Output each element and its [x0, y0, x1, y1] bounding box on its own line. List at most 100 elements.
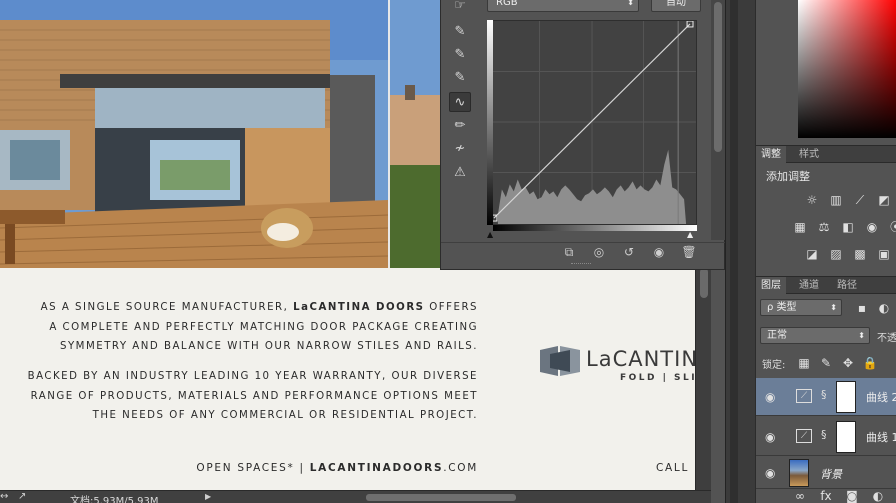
eye-icon[interactable]: ◉	[765, 390, 775, 404]
layer-kind-filter[interactable]: ρ 类型 ⬍	[760, 299, 842, 316]
white-eyedropper-icon[interactable]: ✎	[449, 68, 471, 88]
layer-mask-thumbnail[interactable]	[836, 421, 856, 453]
view-previous-state-icon[interactable]: ◎	[589, 245, 609, 259]
layer-mask-thumbnail[interactable]	[836, 381, 856, 413]
ad-line: A COMPLETE AND PERFECTLY MATCHING DOOR P…	[49, 321, 478, 333]
layer-thumbnail	[789, 459, 809, 487]
document-size: 文档:5.93M/5.93M	[70, 496, 159, 503]
lock-label: 锁定:	[762, 360, 786, 371]
filter-adjustment-icon[interactable]: ◐	[876, 301, 892, 315]
clip-to-layer-icon[interactable]: ⧉	[559, 245, 579, 260]
color-picker-field[interactable]	[798, 0, 896, 138]
black-eyedropper-icon[interactable]: ✎	[449, 22, 471, 42]
levels-icon[interactable]: ▥	[828, 193, 844, 207]
layer-row[interactable]: ◉ ⟋ § 曲线 1	[756, 418, 896, 456]
layer-row[interactable]: ◉ 背景	[756, 457, 896, 489]
channel-mixer-icon[interactable]: ⦿	[888, 220, 896, 234]
layer-row[interactable]: ◉ ⟋ § 曲线 2	[756, 378, 896, 416]
curves-graph[interactable]	[487, 20, 697, 225]
link-icon[interactable]: §	[821, 428, 827, 441]
tab-layers[interactable]: 图层	[756, 277, 786, 294]
lacantina-logo-mark	[540, 346, 580, 376]
input-gradient	[493, 225, 697, 231]
delete-icon[interactable]: 🗑	[679, 245, 699, 259]
photoshop-workspace: AS A SINGLE SOURCE MANUFACTURER, LaCANTI…	[0, 0, 896, 503]
layers-tabbar: 图层 通道 路径	[756, 276, 896, 294]
lock-pixels-icon[interactable]: ✎	[818, 356, 834, 370]
ad-paragraph-2: BACKED BY AN INDUSTRY LEADING 10 YEAR WA…	[28, 367, 478, 426]
ad-line: RANGE OF PRODUCTS, MATERIALS AND PERFORM…	[30, 390, 478, 402]
opacity-label: 不透	[877, 333, 896, 344]
curves-adjustment-icon: ⟋	[796, 429, 812, 443]
dock-scrollbar[interactable]	[730, 0, 738, 503]
brightness-contrast-icon[interactable]: ☼	[804, 193, 820, 207]
fx-icon[interactable]: fx	[818, 489, 834, 503]
black-point-slider-icon[interactable]: ▲	[487, 230, 493, 239]
filter-image-icon[interactable]: ▪	[854, 301, 870, 315]
ad-paragraph-1: AS A SINGLE SOURCE MANUFACTURER, LaCANTI…	[41, 298, 478, 357]
eye-icon[interactable]: ◉	[765, 466, 775, 480]
ad-line: THE NEEDS OF ANY COMMERCIAL OR RESIDENTI…	[92, 410, 478, 421]
scrollbar-thumb[interactable]	[714, 2, 722, 152]
vibrance-icon[interactable]: ▦	[792, 220, 808, 234]
invert-icon[interactable]: ◪	[804, 247, 820, 261]
visibility-eye-icon[interactable]: ◉	[649, 245, 669, 259]
smooth-icon[interactable]: ≁	[449, 139, 471, 159]
exposure-icon[interactable]: ◩	[876, 193, 892, 207]
curves-adjustment-icon: ⟋	[796, 389, 812, 403]
zoom-icon[interactable]: ↔	[0, 491, 8, 502]
ad-call-text: CALL I	[656, 462, 695, 474]
layer-name: 曲线 1	[866, 431, 896, 444]
blend-mode-select[interactable]: 正常 ⬍	[760, 327, 870, 344]
link-icon[interactable]: §	[821, 388, 827, 401]
logo-tagline: FOLD | SLI	[620, 373, 695, 383]
ad-line: AS A SINGLE SOURCE MANUFACTURER, LaCANTI…	[40, 302, 478, 313]
curve-point-icon[interactable]: ∿	[449, 92, 471, 112]
black-white-icon[interactable]: ◧	[840, 220, 856, 234]
scrollbar-thumb[interactable]	[700, 268, 708, 298]
curves-icon[interactable]: ⟋	[852, 193, 868, 207]
ad-footer: OPEN SPACES* | LACANTINADOORS.COM	[196, 462, 478, 474]
threshold-icon[interactable]: ▩	[852, 247, 868, 261]
panel-resize-grip[interactable]	[571, 263, 591, 266]
gray-eyedropper-icon[interactable]: ✎	[449, 45, 471, 65]
clipping-warning-icon[interactable]: ⚠	[449, 163, 471, 183]
posterize-icon[interactable]: ▨	[828, 247, 844, 261]
adjustments-tabbar: 调整 样式	[756, 145, 896, 163]
curves-properties-panel: ☞ ✎ ✎ ✎ ∿ ✏ ≁ ⚠ RGB ⬍ 自动 ▲ ▲ ⧉ ◎ ↺ ◉ 🗑	[440, 0, 726, 270]
add-mask-icon[interactable]: ◙	[844, 489, 860, 503]
link-layers-icon[interactable]: ∞	[792, 489, 808, 503]
horizontal-scrollbar-thumb[interactable]	[366, 494, 516, 501]
tab-styles[interactable]: 样式	[794, 146, 824, 163]
logo-wordmark: LaCANTINA	[586, 347, 695, 371]
reset-icon[interactable]: ↺	[619, 245, 639, 259]
lock-transparent-icon[interactable]: ▦	[796, 356, 812, 370]
ad-line: BACKED BY AN INDUSTRY LEADING 10 YEAR WA…	[27, 371, 478, 382]
tab-adjustments[interactable]: 调整	[756, 146, 786, 163]
lock-all-icon[interactable]: 🔒	[862, 356, 878, 370]
curves-bottom-toolbar: ⧉ ◎ ↺ ◉ 🗑	[441, 242, 726, 262]
layers-bottom-toolbar: ∞ fx ◙ ◐	[756, 488, 896, 503]
eye-icon[interactable]: ◉	[765, 430, 775, 444]
share-icon[interactable]: ↗	[18, 491, 26, 502]
new-adjustment-icon[interactable]: ◐	[870, 489, 886, 503]
pencil-icon[interactable]: ✏	[449, 116, 471, 136]
tab-paths[interactable]: 路径	[832, 277, 862, 294]
canvas-status-bar: ↔ ↗ 文档:5.93M/5.93M ▶	[0, 490, 711, 503]
right-panel-dock: 调整 样式 添加调整 ☼ ▥ ⟋ ◩ ▦ ⚖ ◧ ◉ ⦿ ◪ ▨ ▩ ▣ 图层 …	[755, 0, 896, 503]
white-point-slider-icon[interactable]: ▲	[687, 230, 693, 239]
output-gradient	[487, 20, 493, 225]
tab-channels[interactable]: 通道	[794, 277, 824, 294]
channel-select[interactable]: RGB ⬍	[487, 0, 639, 12]
ad-line: SYMMETRY AND BALANCE WITH OUR NARROW STI…	[59, 341, 478, 352]
curves-panel-scrollbar[interactable]	[711, 0, 725, 240]
selective-color-icon[interactable]: ▣	[876, 247, 892, 261]
photo-filter-icon[interactable]: ◉	[864, 220, 880, 234]
layer-name: 曲线 2	[866, 391, 896, 404]
auto-button[interactable]: 自动	[651, 0, 701, 12]
lock-position-icon[interactable]: ✥	[840, 356, 856, 370]
dock-scroll-strip	[725, 0, 755, 503]
color-balance-icon[interactable]: ⚖	[816, 220, 832, 234]
status-menu-arrow-icon[interactable]: ▶	[205, 492, 211, 501]
target-adjust-icon[interactable]: ☞	[449, 0, 471, 16]
